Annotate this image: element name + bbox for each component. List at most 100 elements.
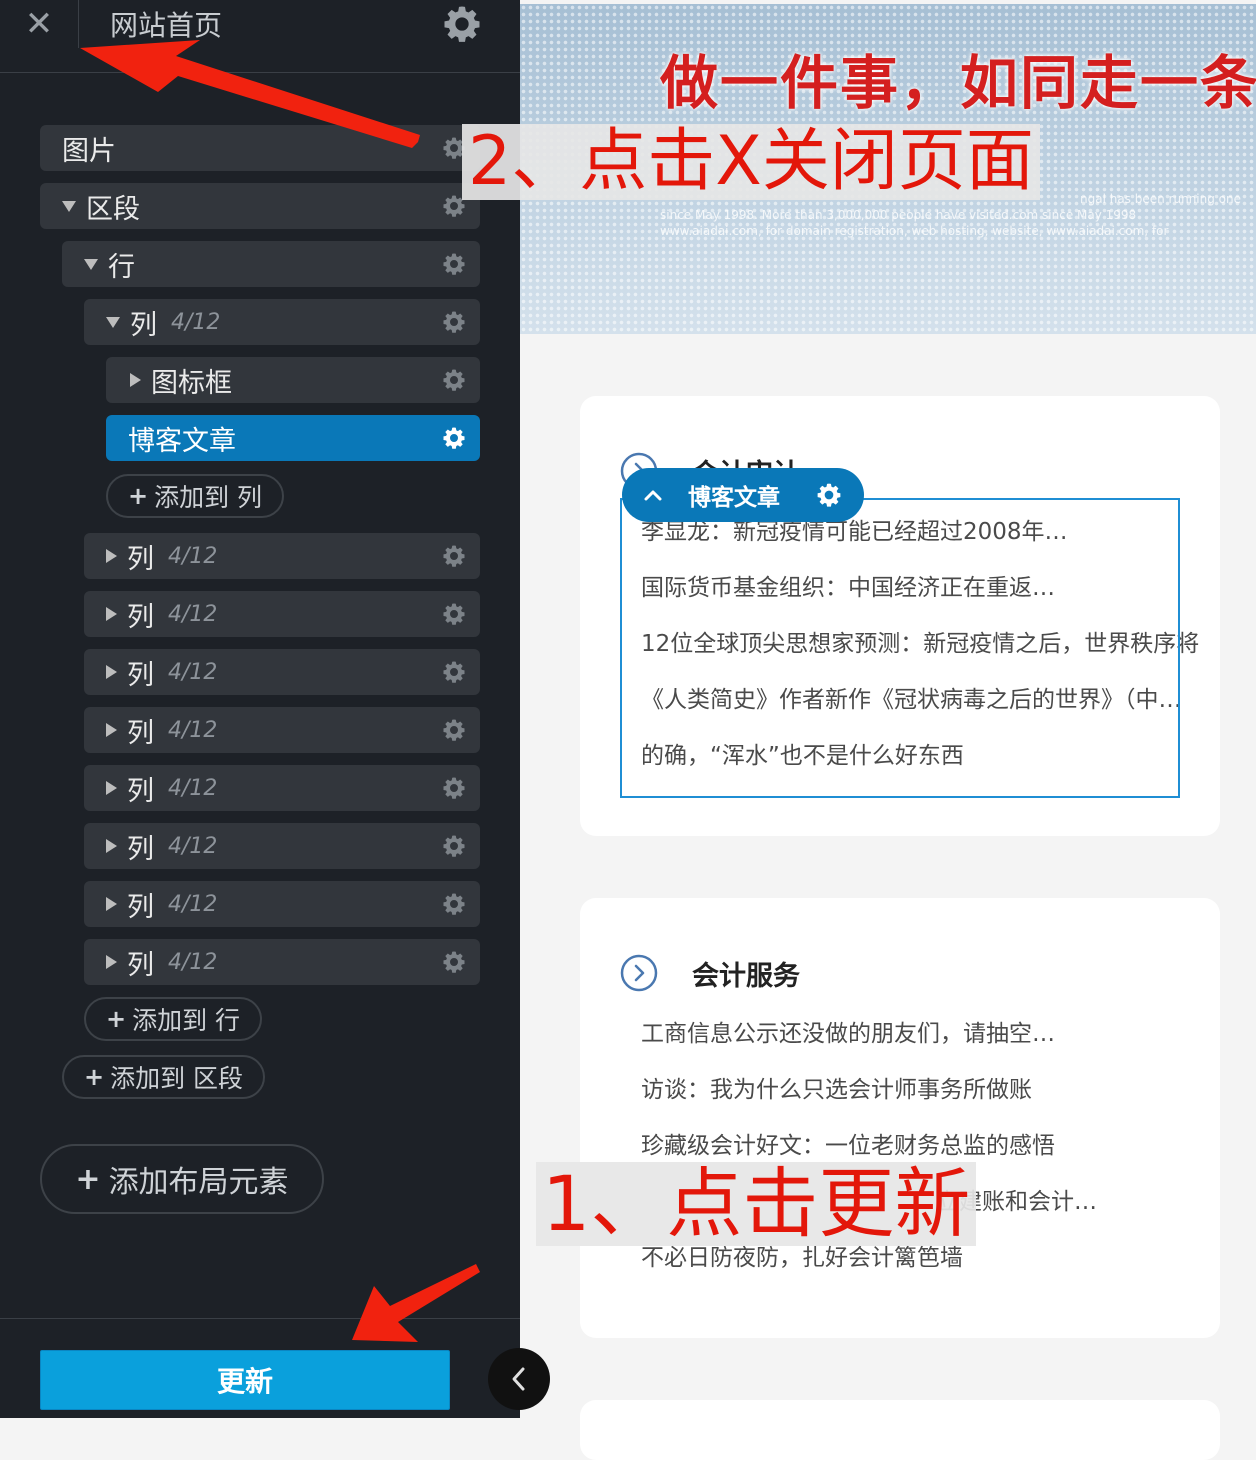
gear-icon[interactable] xyxy=(442,310,466,334)
tree-item-label: 图片 xyxy=(62,135,116,167)
gear-icon[interactable] xyxy=(442,252,466,276)
gear-icon[interactable] xyxy=(442,892,466,916)
tree-item-column[interactable]: 列 4/12 xyxy=(84,823,480,869)
column-width: 4/12 xyxy=(168,775,218,801)
tree-item-column[interactable]: 列 4/12 xyxy=(84,707,480,753)
card-accounting-services xyxy=(580,898,1220,1338)
tree-item-label: 列 xyxy=(127,949,154,981)
tree-item-column[interactable]: 列 4/12 xyxy=(84,533,480,579)
banner-text: ngal has been running one xyxy=(1080,192,1242,206)
tree-item-column[interactable]: 列 4/12 xyxy=(84,881,480,927)
post-link[interactable]: 工商信息公示还没做的朋友们，请抽空… xyxy=(641,1014,1055,1048)
banner-text: www.aiadai.com, for domain registration,… xyxy=(660,224,1169,238)
add-layout-element-label: 添加布局元素 xyxy=(108,1165,289,1200)
tree-item-label: 行 xyxy=(108,251,135,283)
collapse-sidebar-button[interactable] xyxy=(488,1348,550,1410)
expand-down-icon[interactable] xyxy=(106,316,120,328)
tree-item-label: 列 xyxy=(127,659,154,691)
close-icon: ✕ xyxy=(24,4,54,44)
gear-icon[interactable] xyxy=(442,950,466,974)
expand-right-icon[interactable] xyxy=(106,665,117,679)
add-to-section-button[interactable]: + 添加到 区段 xyxy=(62,1055,266,1099)
plus-icon: + xyxy=(84,1063,105,1091)
close-button[interactable]: ✕ xyxy=(0,0,79,48)
add-to-column-label: 添加到 列 xyxy=(154,483,263,512)
sidebar-header: ✕ 网站首页 xyxy=(0,0,520,73)
tree-item-label: 列 xyxy=(127,891,154,923)
plus-icon: + xyxy=(128,482,149,510)
banner-text: since May 1998. More than 3,000,000 peop… xyxy=(660,208,1137,222)
add-to-row-button[interactable]: + 添加到 行 xyxy=(84,997,263,1041)
annotation-step1: 1、点击更新 xyxy=(536,1162,977,1246)
expand-down-icon[interactable] xyxy=(84,258,98,270)
builder-sidebar: ✕ 网站首页 图片 区段 行 列 4/12 图标框 博客文章 + 添加到 列 列… xyxy=(0,0,520,1418)
tree-item-image[interactable]: 图片 xyxy=(40,125,480,171)
column-width: 4/12 xyxy=(168,949,218,975)
tree-item-icon-box[interactable]: 图标框 xyxy=(106,357,480,403)
tree-item-row[interactable]: 行 xyxy=(62,241,480,287)
tree-item-column[interactable]: 列 4/12 xyxy=(84,299,480,345)
gear-icon[interactable] xyxy=(442,834,466,858)
card-partial xyxy=(580,1400,1220,1460)
expand-right-icon[interactable] xyxy=(130,373,141,387)
gear-icon[interactable] xyxy=(442,544,466,568)
tree-item-label: 图标框 xyxy=(151,367,232,399)
chevron-left-icon xyxy=(512,1367,525,1391)
column-width: 4/12 xyxy=(168,833,218,859)
tree-item-column[interactable]: 列 4/12 xyxy=(84,591,480,637)
annotation-step2: 2、点击X关闭页面 xyxy=(462,124,1040,200)
element-toolbar[interactable]: 博客文章 xyxy=(622,468,864,522)
selected-element-outline xyxy=(620,498,1180,798)
add-layout-element-button[interactable]: + 添加布局元素 xyxy=(40,1144,324,1214)
gear-icon[interactable] xyxy=(816,482,842,508)
gear-icon[interactable] xyxy=(442,426,466,450)
post-link[interactable]: 访谈：我为什么只选会计师事务所做账 xyxy=(641,1070,1032,1104)
column-width: 4/12 xyxy=(168,543,218,569)
column-width: 4/12 xyxy=(168,601,218,627)
plus-icon: + xyxy=(106,1005,127,1033)
gear-icon[interactable] xyxy=(442,660,466,684)
gear-icon[interactable] xyxy=(442,776,466,800)
add-to-column-button[interactable]: + 添加到 列 xyxy=(106,474,285,518)
tree-item-label: 列 xyxy=(127,833,154,865)
tree-item-label: 区段 xyxy=(86,193,140,225)
expand-right-icon[interactable] xyxy=(106,781,117,795)
expand-down-icon[interactable] xyxy=(62,200,76,212)
column-width: 4/12 xyxy=(171,309,221,335)
tree-item-label: 列 xyxy=(127,717,154,749)
card-title: 会计服务 xyxy=(692,961,800,992)
tree-item-section[interactable]: 区段 xyxy=(40,183,480,229)
tree-item-label: 列 xyxy=(127,601,154,633)
tree-item-label: 列 xyxy=(130,309,157,341)
tree-item-blog-posts[interactable]: 博客文章 xyxy=(106,415,480,461)
gear-icon[interactable] xyxy=(442,602,466,626)
element-toolbar-label: 博客文章 xyxy=(688,485,780,511)
update-button[interactable]: 更新 xyxy=(40,1350,450,1410)
expand-right-icon[interactable] xyxy=(106,723,117,737)
add-to-section-label: 添加到 区段 xyxy=(110,1064,244,1093)
tree-item-column[interactable]: 列 4/12 xyxy=(84,649,480,695)
tree-item-label: 列 xyxy=(127,543,154,575)
gear-icon[interactable] xyxy=(442,368,466,392)
banner-slogan: 做一件事，如同走一条路 xyxy=(660,49,1256,117)
page-title: 网站首页 xyxy=(110,9,223,42)
expand-right-icon[interactable] xyxy=(106,839,117,853)
expand-right-icon[interactable] xyxy=(106,549,117,563)
plus-icon: + xyxy=(75,1161,101,1197)
tree-item-label: 列 xyxy=(127,775,154,807)
column-width: 4/12 xyxy=(168,717,218,743)
tree-item-label: 博客文章 xyxy=(128,425,236,457)
page-settings-gear-icon[interactable] xyxy=(442,4,482,44)
expand-right-icon[interactable] xyxy=(106,897,117,911)
chevron-up-icon[interactable] xyxy=(642,487,664,503)
expand-right-icon[interactable] xyxy=(106,955,117,969)
tree-item-column[interactable]: 列 4/12 xyxy=(84,939,480,985)
tree-item-column[interactable]: 列 4/12 xyxy=(84,765,480,811)
gear-icon[interactable] xyxy=(442,718,466,742)
expand-right-icon[interactable] xyxy=(106,607,117,621)
add-to-row-label: 添加到 行 xyxy=(132,1006,241,1035)
post-link[interactable]: 珍藏级会计好文：一位老财务总监的感悟 xyxy=(641,1126,1055,1160)
column-width: 4/12 xyxy=(168,891,218,917)
column-width: 4/12 xyxy=(168,659,218,685)
chevron-circle-icon xyxy=(620,954,658,992)
